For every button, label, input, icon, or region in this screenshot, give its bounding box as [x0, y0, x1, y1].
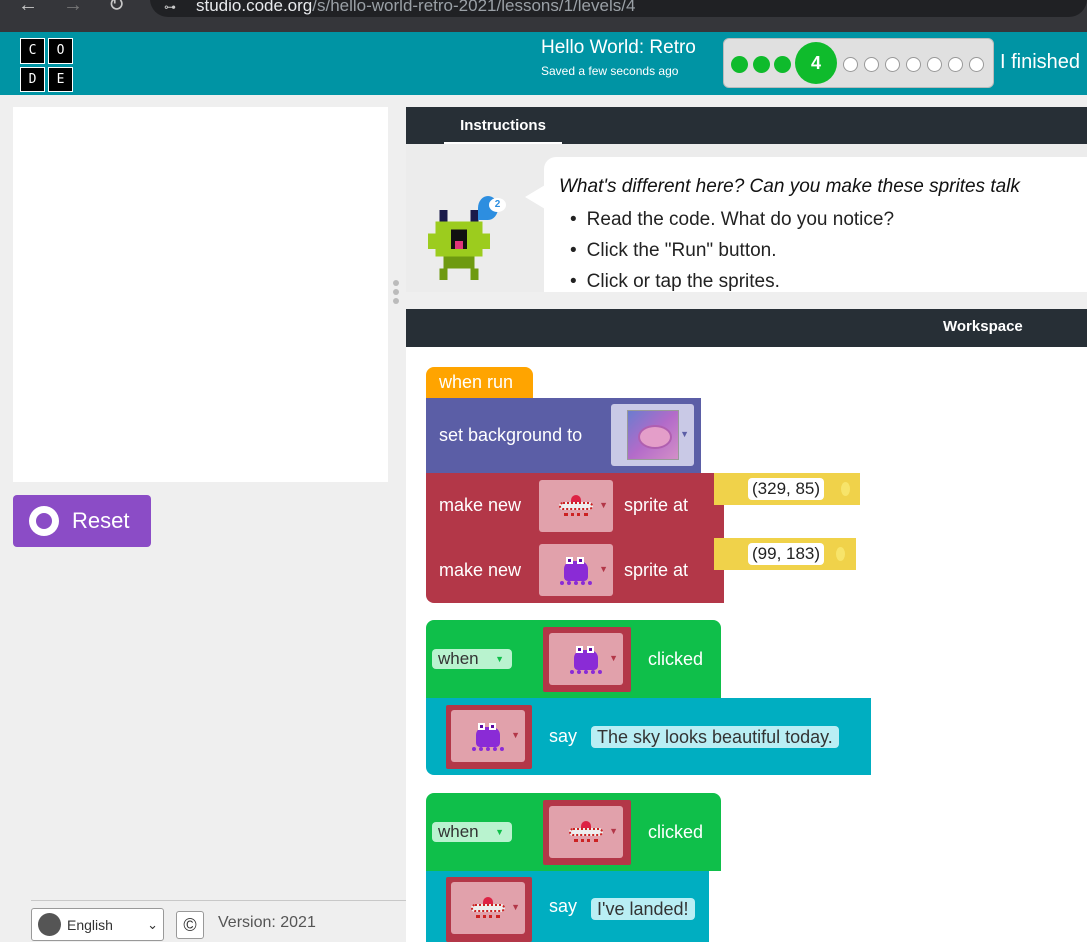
level-6-dot[interactable]: [864, 57, 879, 72]
globe-icon: [38, 913, 61, 936]
level-3-dot[interactable]: [774, 56, 791, 73]
level-11-dot[interactable]: [969, 57, 984, 72]
forward-icon[interactable]: →: [63, 0, 83, 15]
sprite-picker-alien[interactable]: ▼: [539, 544, 613, 596]
coordinates-value[interactable]: (329, 85): [748, 478, 825, 500]
version-text: Version: 2021: [218, 914, 316, 931]
game-canvas[interactable]: [13, 107, 388, 482]
reset-icon: [29, 506, 59, 536]
dropdown-arrow-icon: ▼: [495, 654, 504, 664]
browser-toolbar: ← → ↻ ⊶ studio.code.org/s/hello-world-re…: [0, 0, 1087, 32]
app-header: C O D E Hello World: Retro Saved a few s…: [0, 32, 1087, 95]
reset-button[interactable]: Reset: [13, 495, 151, 547]
address-bar[interactable]: ⊶ studio.code.org/s/hello-world-retro-20…: [150, 0, 1087, 17]
dropdown-arrow-icon: ▼: [511, 730, 520, 740]
language-select[interactable]: English ⌄: [31, 908, 164, 941]
dropdown-arrow-icon: ▼: [680, 429, 689, 439]
level-1-dot[interactable]: [731, 56, 748, 73]
list-item: Click the "Run" button.: [570, 240, 894, 271]
footer: English ⌄ © Version: 2021: [31, 900, 406, 942]
when-event-dropdown[interactable]: when ▼: [432, 649, 512, 669]
dropdown-arrow-icon: ▼: [495, 827, 504, 837]
location-picker-icon[interactable]: [841, 482, 850, 496]
space-background-icon: [626, 410, 679, 460]
sprite-picker-alien[interactable]: ▼: [549, 633, 623, 685]
sprite-picker-alien[interactable]: ▼: [451, 710, 525, 762]
project-title: Hello World: Retro: [541, 37, 696, 58]
dropdown-arrow-icon: ▼: [609, 826, 618, 836]
location-picker-icon[interactable]: [836, 547, 845, 561]
save-status: Saved a few seconds ago: [541, 64, 679, 78]
sprite-picker-ufo[interactable]: ▼: [549, 806, 623, 858]
coordinates-value[interactable]: (99, 183): [748, 543, 825, 565]
when-event-dropdown[interactable]: when ▼: [432, 822, 512, 842]
level-7-dot[interactable]: [885, 57, 900, 72]
site-settings-icon[interactable]: ⊶: [164, 0, 176, 14]
say-text-input[interactable]: I've landed!: [591, 898, 695, 920]
dropdown-arrow-icon: ▼: [609, 653, 618, 663]
sprite-picker-ufo[interactable]: ▼: [539, 480, 613, 532]
list-item: Click or tap the sprites.: [570, 271, 894, 302]
dropdown-arrow-icon: ▼: [599, 500, 608, 510]
alien-sprite-icon: [568, 642, 604, 676]
background-picker[interactable]: ▼: [611, 404, 694, 466]
ufo-sprite-icon: [469, 895, 507, 921]
list-item: Read the code. What do you notice?: [570, 209, 894, 240]
alien-sprite-icon: [470, 719, 506, 753]
level-5-dot[interactable]: [843, 57, 858, 72]
say-text-input[interactable]: The sky looks beautiful today.: [591, 726, 839, 748]
hint-count-badge: 2: [489, 198, 506, 212]
copyright-button[interactable]: ©: [176, 911, 204, 939]
reload-icon[interactable]: ↻: [108, 0, 125, 15]
code-logo[interactable]: C O D E: [20, 38, 74, 92]
sprite-picker-ufo[interactable]: ▼: [451, 882, 525, 934]
alien-sprite-icon: [558, 553, 594, 587]
url-text[interactable]: studio.code.org/s/hello-world-retro-2021…: [196, 0, 635, 16]
ufo-sprite-icon: [557, 493, 595, 519]
current-level-dot[interactable]: 4: [795, 42, 837, 84]
workspace-title: Workspace: [943, 318, 1023, 335]
when-run-block[interactable]: when run: [426, 367, 533, 398]
back-icon[interactable]: ←: [18, 0, 38, 15]
chevron-down-icon: ⌄: [147, 917, 158, 932]
dropdown-arrow-icon: ▼: [599, 564, 608, 574]
instructions-list: Read the code. What do you notice? Click…: [570, 209, 894, 302]
level-8-dot[interactable]: [906, 57, 921, 72]
level-2-dot[interactable]: [753, 56, 770, 73]
alien-avatar-icon: [427, 210, 491, 280]
level-10-dot[interactable]: [948, 57, 963, 72]
level-progress: 4: [723, 38, 994, 88]
dropdown-arrow-icon: ▼: [511, 902, 520, 912]
pane-resize-handle[interactable]: [393, 280, 401, 310]
level-9-dot[interactable]: [927, 57, 942, 72]
finished-button[interactable]: I finished: [1000, 51, 1080, 74]
ufo-sprite-icon: [567, 819, 605, 845]
instructions-question: What's different here? Can you make thes…: [559, 176, 1020, 197]
tab-instructions[interactable]: Instructions: [444, 117, 562, 144]
